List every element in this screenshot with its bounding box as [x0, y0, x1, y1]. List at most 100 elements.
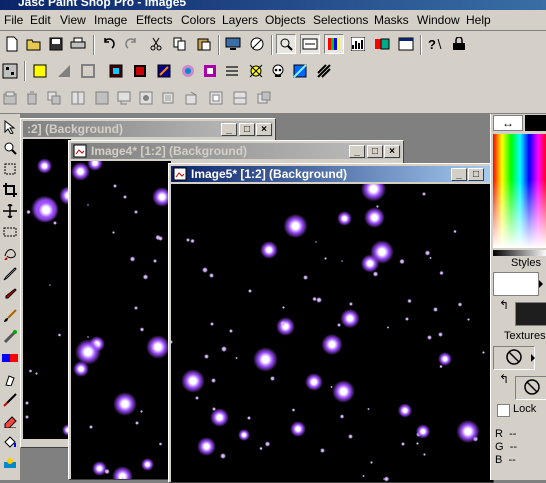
close-button[interactable]: ×	[256, 123, 272, 136]
menu-selections[interactable]: Selections	[313, 13, 368, 27]
layer-link-icon[interactable]	[254, 88, 274, 108]
crop-tool-icon[interactable]	[1, 181, 19, 199]
open-icon[interactable]	[24, 34, 44, 54]
menu-file[interactable]: File	[4, 13, 23, 27]
layer-lock-icon[interactable]	[230, 88, 250, 108]
close-button[interactable]: ×	[384, 145, 400, 158]
document-title-bar-middle[interactable]: Image4* [1:2] (Background) _ □ ×	[71, 143, 401, 159]
new-icon[interactable]	[2, 34, 22, 54]
browse-icon[interactable]	[223, 34, 243, 54]
layer-properties-icon[interactable]	[68, 88, 88, 108]
bevel-icon[interactable]	[54, 61, 74, 81]
swap-textures-icon[interactable]: ↰	[499, 372, 509, 386]
airbrush-tool-icon[interactable]	[1, 328, 19, 346]
layer-arrange-icon[interactable]	[182, 88, 202, 108]
menu-masks[interactable]: Masks	[374, 13, 409, 27]
retouch-tool-icon[interactable]	[1, 370, 19, 388]
arrow-tool-icon[interactable]	[1, 118, 19, 136]
yellow-square-icon[interactable]	[30, 61, 50, 81]
foreground-style-arrow-icon[interactable]	[539, 280, 543, 288]
layer-duplicate-icon[interactable]	[44, 88, 64, 108]
menu-colors[interactable]: Colors	[181, 13, 216, 27]
effect-browser-icon[interactable]	[0, 61, 20, 81]
layer-promote-icon[interactable]	[158, 88, 178, 108]
menu-window[interactable]: Window	[417, 13, 460, 27]
layer-mask-icon[interactable]	[136, 88, 156, 108]
foreground-style-swatch[interactable]	[493, 272, 539, 296]
scratch-remover-tool-icon[interactable]	[1, 391, 19, 409]
kaleidoscope-icon[interactable]	[178, 61, 198, 81]
paste-icon[interactable]	[194, 34, 214, 54]
print-icon[interactable]	[68, 34, 88, 54]
buttonize-icon[interactable]	[154, 61, 174, 81]
help-icon[interactable]: ?	[425, 34, 445, 54]
menu-edit[interactable]: Edit	[30, 13, 51, 27]
undo-icon[interactable]	[98, 34, 118, 54]
image-canvas-front[interactable]	[171, 184, 493, 482]
overview-icon[interactable]	[276, 34, 296, 54]
ellipse-frame-icon[interactable]	[200, 61, 220, 81]
current-color-swatch[interactable]	[525, 115, 546, 131]
freehand-tool-icon[interactable]	[1, 244, 19, 262]
mover-tool-icon[interactable]	[1, 202, 19, 220]
layer-group-icon[interactable]	[114, 88, 134, 108]
document-title-bar-back[interactable]: :2] (Background) _ □ ×	[23, 121, 273, 137]
color-palette-icon[interactable]	[324, 34, 344, 54]
maximize-button[interactable]: □	[468, 168, 484, 181]
image-canvas-middle[interactable]	[71, 161, 171, 479]
minimize-button[interactable]: _	[451, 168, 467, 181]
lock-toolbar-icon[interactable]	[449, 34, 469, 54]
copy-icon[interactable]	[170, 34, 190, 54]
menu-image[interactable]: Image	[94, 13, 127, 27]
lock-checkbox[interactable]	[497, 404, 510, 417]
image-effect-icon[interactable]	[106, 61, 126, 81]
histogram-icon[interactable]	[348, 34, 368, 54]
clone-brush-tool-icon[interactable]	[1, 286, 19, 304]
layer-merge-icon[interactable]	[92, 88, 112, 108]
zoom-tool-icon[interactable]	[1, 139, 19, 157]
blue-cube-icon[interactable]	[290, 61, 310, 81]
flood-fill-tool-icon[interactable]	[1, 433, 19, 451]
selection-tool-icon[interactable]	[1, 223, 19, 241]
color-spectrum[interactable]	[493, 134, 546, 248]
menu-view[interactable]: View	[60, 13, 86, 27]
dropper-tool-icon[interactable]	[1, 265, 19, 283]
border-effect-icon[interactable]	[130, 61, 150, 81]
swap-styles-icon[interactable]: ↰	[499, 298, 509, 312]
save-icon[interactable]	[46, 34, 66, 54]
layer-palette-icon[interactable]	[372, 34, 392, 54]
menu-effects[interactable]: Effects	[136, 13, 172, 27]
foreground-texture-swatch[interactable]	[493, 346, 535, 370]
paintbrush-tool-icon[interactable]	[1, 307, 19, 325]
texture-icon[interactable]	[222, 61, 242, 81]
maximize-button[interactable]: □	[239, 123, 255, 136]
menu-objects[interactable]: Objects	[265, 13, 306, 27]
eraser-tool-icon[interactable]	[1, 412, 19, 430]
color-replacer-tool-icon[interactable]	[1, 349, 19, 367]
picture-tube-tool-icon[interactable]	[1, 454, 19, 472]
minimize-button[interactable]: _	[349, 145, 365, 158]
layer-delete-icon[interactable]	[22, 88, 42, 108]
sunburst-icon[interactable]	[246, 61, 266, 81]
frame-icon[interactable]	[78, 61, 98, 81]
stripes-icon[interactable]	[314, 61, 334, 81]
menu-layers[interactable]: Layers	[222, 13, 258, 27]
texture-arrow-icon[interactable]	[531, 354, 535, 362]
swap-colors-icon[interactable]: ↔	[493, 115, 523, 131]
redo-icon[interactable]	[122, 34, 142, 54]
document-title-bar-front[interactable]: Image5* [1:2] (Background) _ □	[171, 166, 491, 182]
tool-options-icon[interactable]	[300, 34, 320, 54]
image-canvas-back[interactable]	[23, 139, 71, 439]
skull-icon[interactable]	[268, 61, 288, 81]
deformation-tool-icon[interactable]	[1, 160, 19, 178]
zoom-full-icon[interactable]	[247, 34, 267, 54]
maximize-button[interactable]: □	[367, 145, 383, 158]
menu-help[interactable]: Help	[466, 13, 491, 27]
grayscale-strip[interactable]	[493, 250, 546, 256]
background-style-swatch[interactable]	[515, 302, 546, 326]
layer-view-icon[interactable]	[206, 88, 226, 108]
background-texture-swatch[interactable]	[515, 376, 546, 400]
full-screen-icon[interactable]	[396, 34, 416, 54]
minimize-button[interactable]: _	[221, 123, 237, 136]
cut-icon[interactable]	[146, 34, 166, 54]
